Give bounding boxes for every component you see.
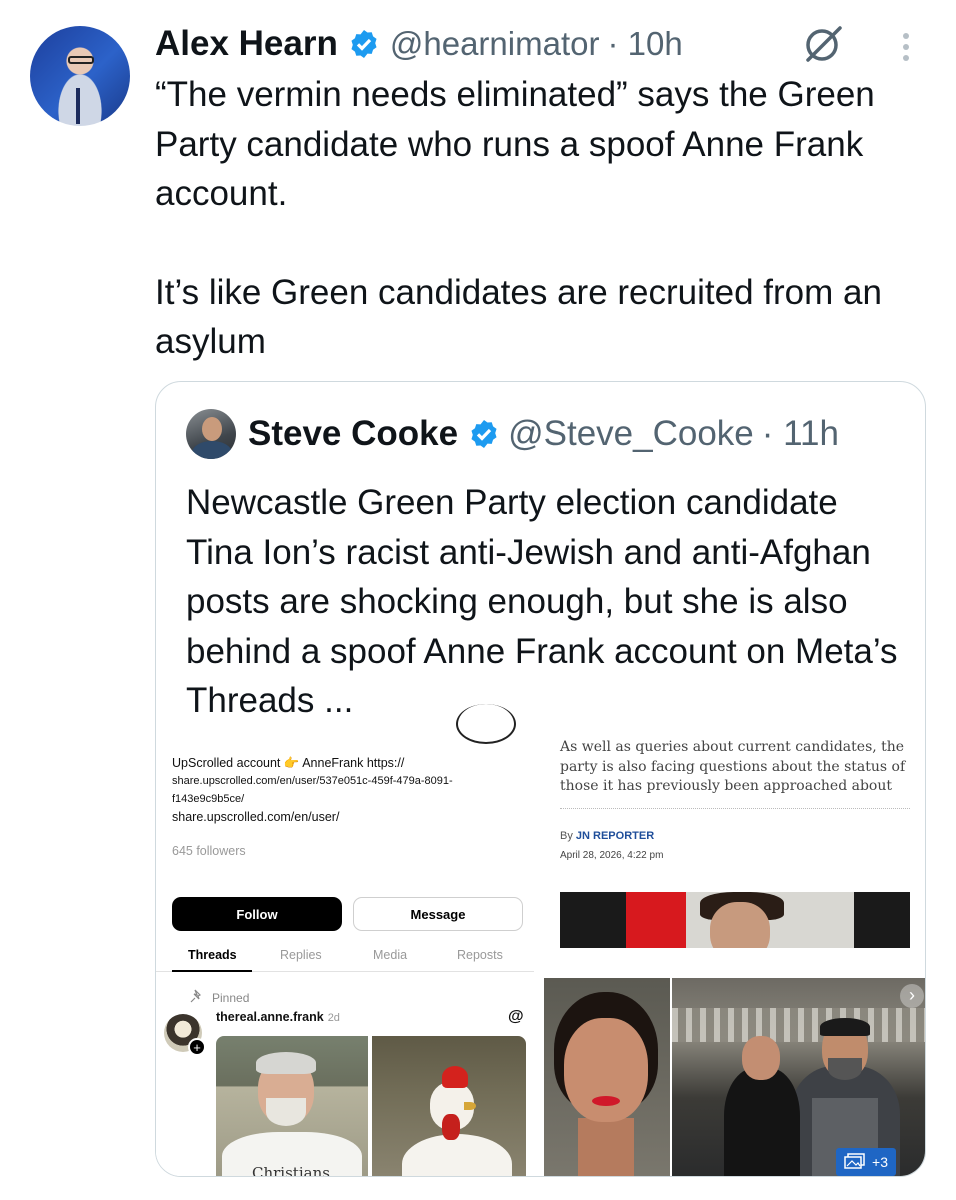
verified-badge-icon [348,28,380,60]
article-date: April 28, 2026, 4:22 pm [560,850,664,861]
tweet-text-paragraph-1: “The vermin needs eliminated” says the G… [155,75,875,213]
author-name[interactable]: Alex Hearn [155,24,338,64]
bio-line: f143e9c9b5ce/ [172,793,245,805]
post-image-chicken [372,1036,526,1176]
more-images-count: +3 [872,1154,888,1170]
article-byline: By JN REPORTER [560,830,654,842]
author-handle[interactable]: @hearnimator [390,25,600,63]
quoted-tweet-text: Newcastle Green Party election candidate… [186,483,898,720]
more-options-icon[interactable] [896,30,916,64]
quoted-tweet-time[interactable]: · 11h [762,414,839,454]
tweet-text-paragraph-2: It’s like Green candidates are recruited… [155,272,882,362]
divider [560,808,910,809]
post-username-text: thereal.anne.frank [216,1010,324,1024]
tweet-text: “The vermin needs eliminated” says the G… [155,70,925,367]
pinned-text: Pinned [212,990,250,1005]
article-screenshot[interactable]: As well as queries about current candida… [542,734,925,948]
next-chevron-icon[interactable]: › [900,984,924,1008]
verified-badge-icon [468,418,500,450]
article-excerpt: As well as queries about current candida… [560,739,906,794]
tweet-time[interactable]: · 10h [607,25,682,63]
followers-count: 645 followers [172,844,246,858]
bio-line: UpScrolled account 👉 AnneFrank https:// [172,756,405,770]
tab-reposts: Reposts [457,948,503,962]
post-username: thereal.anne.frank 2d [216,1010,340,1024]
quoted-tweet-header: Steve Cooke @Steve_Cooke · 11h [186,409,839,459]
more-images-badge[interactable]: +3 [836,1148,896,1176]
profile-tabs: Threads Replies Media Reposts [156,944,534,972]
bio-line: share.upscrolled.com/en/user/537e051c-45… [172,775,453,787]
quoted-author-handle[interactable]: @Steve_Cooke [508,414,754,454]
message-button: Message [353,897,523,931]
quoted-tweet-card[interactable]: Steve Cooke @Steve_Cooke · 11h Newcastle… [155,381,926,1177]
photo-woman-portrait[interactable] [544,978,670,1176]
active-tab-indicator [172,970,252,972]
profile-bio: UpScrolled account 👉 AnneFrank https:// … [172,754,522,826]
quoted-author-avatar[interactable] [186,409,236,459]
tweet-header: Alex Hearn @hearnimator · 10h [155,22,683,66]
post-time: 2d [327,1012,340,1024]
quoted-author-name[interactable]: Steve Cooke [248,414,458,454]
tab-threads: Threads [188,948,237,962]
byline-prefix: By [560,830,573,842]
quoted-media-grid[interactable]: UpScrolled account 👉 AnneFrank https:// … [156,704,925,1177]
tab-replies: Replies [280,948,322,962]
reporter-name: JN REPORTER [575,830,655,842]
threads-profile-screenshot[interactable]: UpScrolled account 👉 AnneFrank https:// … [156,704,534,1177]
follow-button: Follow [172,897,342,931]
tab-media: Media [373,948,408,962]
author-avatar[interactable] [30,26,130,126]
post-image-man: Christians [216,1036,368,1177]
bio-line: share.upscrolled.com/en/user/ [172,810,340,824]
article-photo-strip [560,892,910,948]
shirt-text: Christians [252,1164,330,1177]
post-avatar: + [164,1014,206,1056]
gallery-icon [844,1152,866,1172]
pinned-label: Pinned [190,989,249,1006]
pin-icon [190,989,204,1006]
profile-avatar-cropped [456,704,516,744]
threads-logo-icon: @ [508,1008,524,1025]
grok-icon[interactable] [800,22,846,66]
